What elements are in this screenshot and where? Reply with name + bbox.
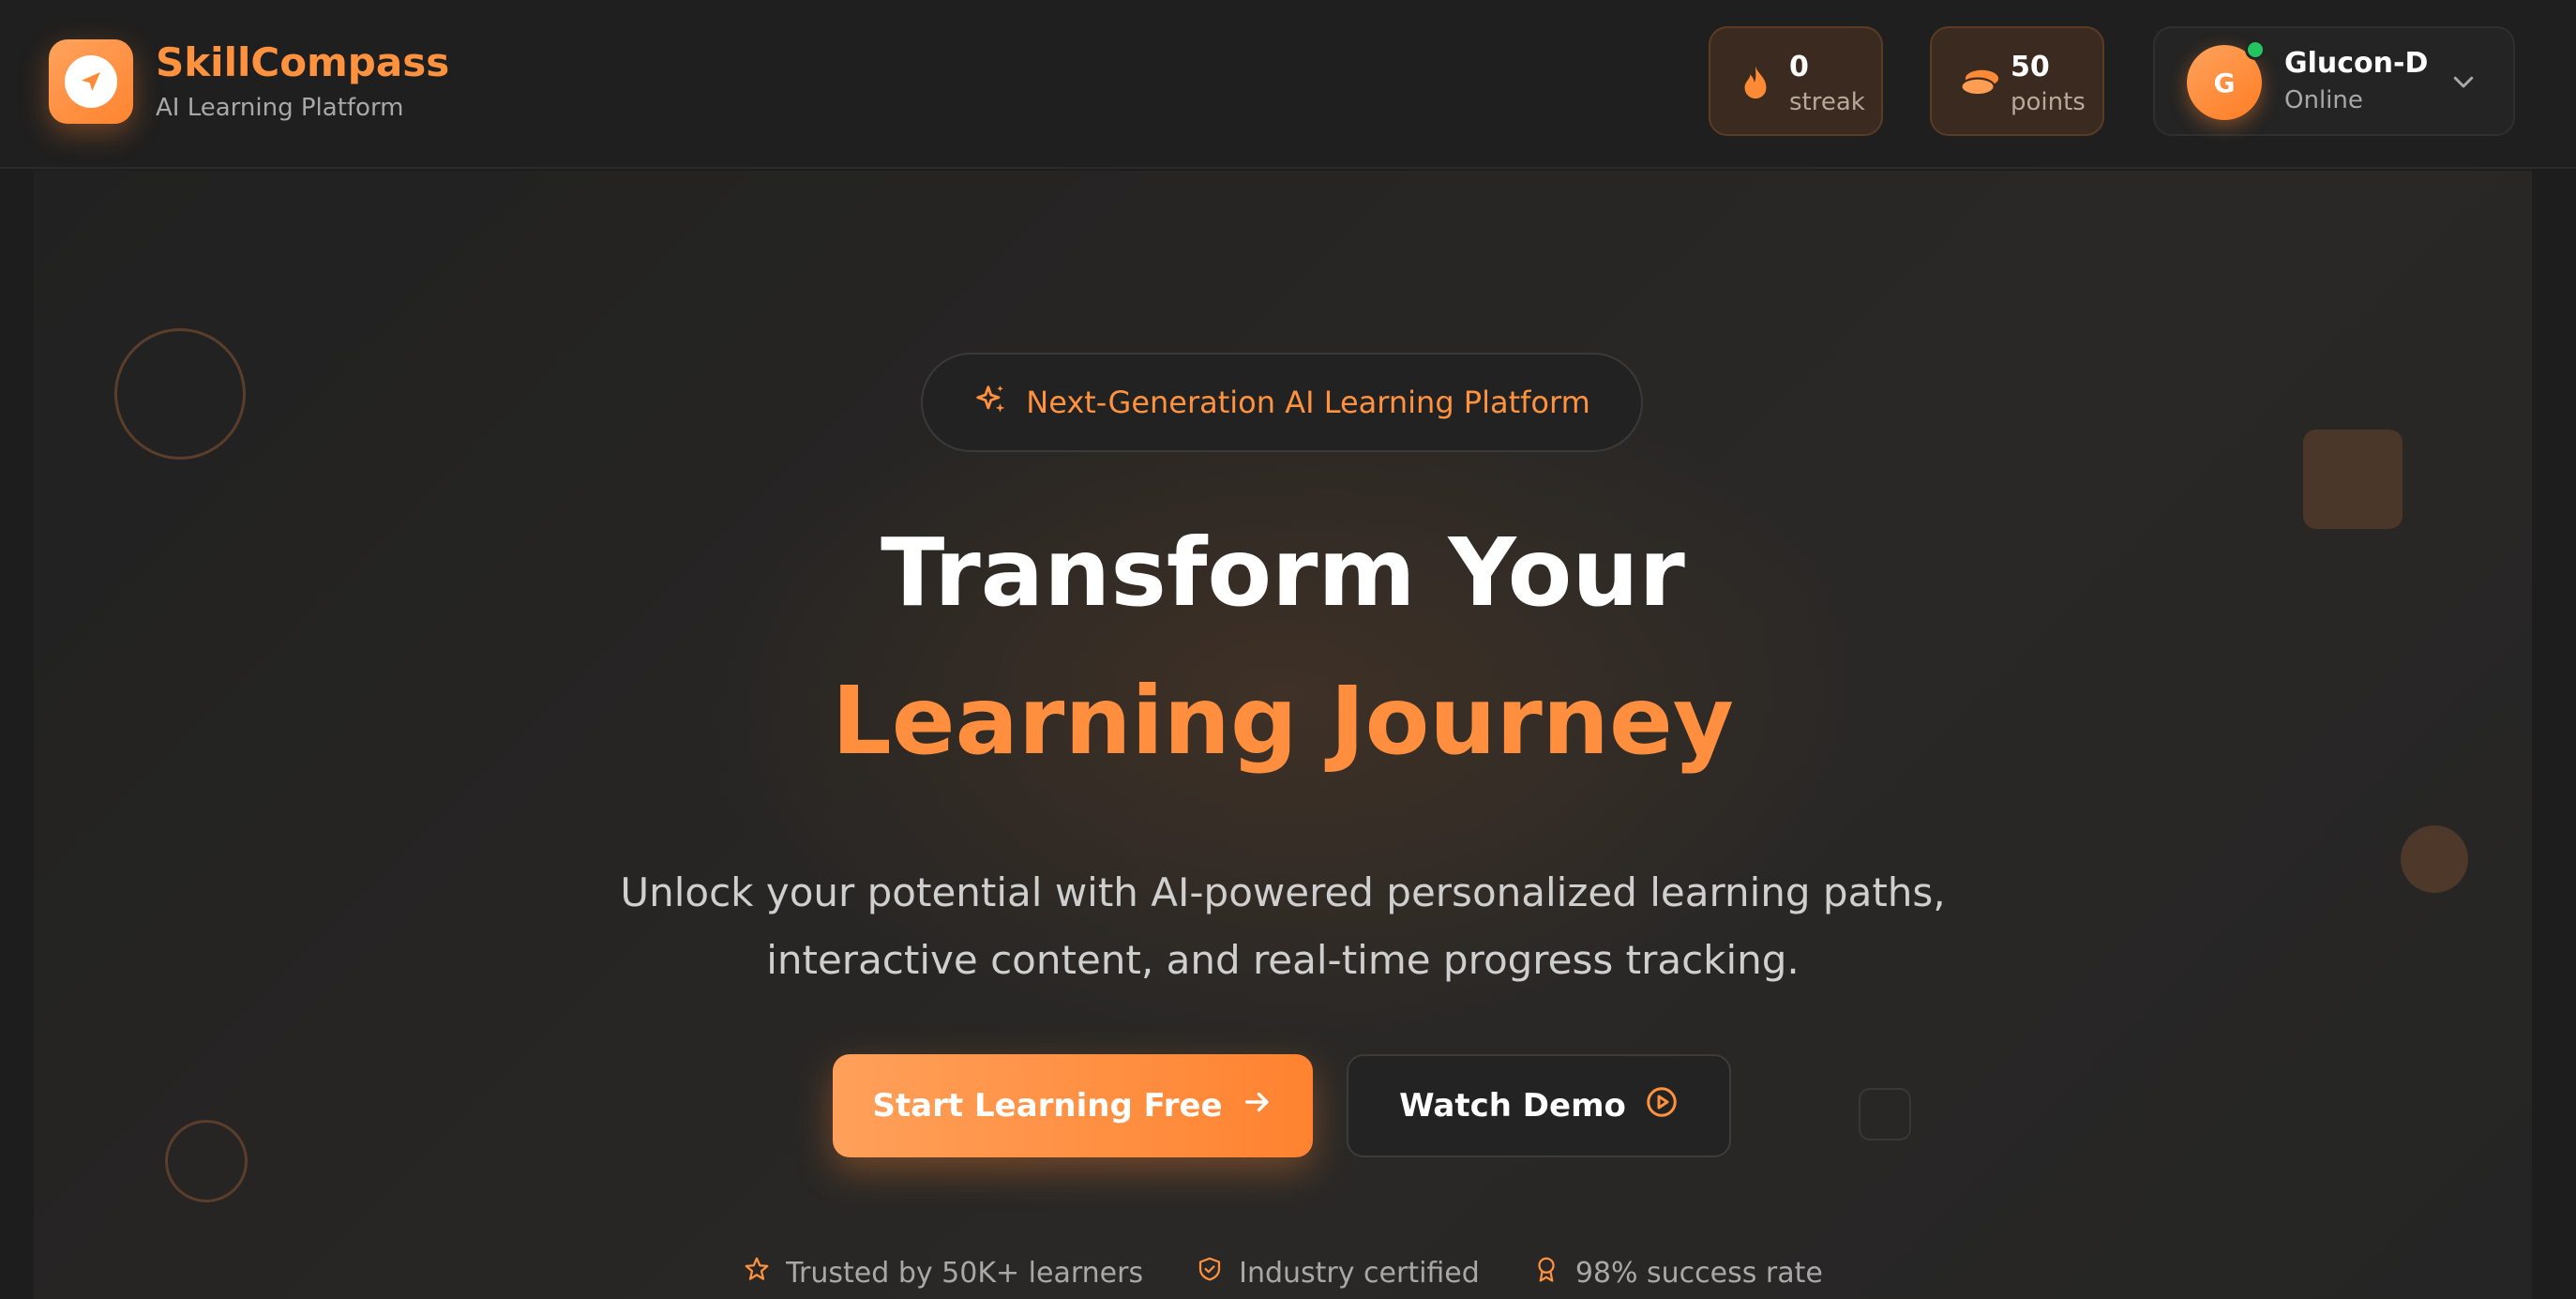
shield-check-icon [1196, 1255, 1224, 1291]
points-label: points [2011, 88, 2086, 116]
flame-icon [1739, 64, 1772, 105]
hero-headline-line1: Transform Your [881, 518, 1685, 627]
decorative-dot [2401, 825, 2468, 893]
award-icon [1532, 1255, 1560, 1291]
coins-icon [1960, 64, 2001, 105]
watch-demo-button[interactable]: Watch Demo [1347, 1054, 1731, 1157]
sparkles-icon [973, 383, 1009, 422]
top-navbar: SkillCompass AI Learning Platform 0 stre… [0, 0, 2576, 169]
streak-value: 0 [1789, 51, 1809, 83]
hero-tag-pill: Next-Generation AI Learning Platform [921, 353, 1643, 452]
user-menu[interactable]: G Glucon-D Online [2153, 26, 2515, 136]
logo-badge[interactable] [49, 39, 133, 124]
trust-indicators: Trusted by 50K+ learners Industry certif… [34, 1255, 2532, 1291]
hero-section: Next-Generation AI Learning Platform Tra… [34, 171, 2532, 1299]
decorative-square [1859, 1088, 1911, 1140]
online-indicator [2245, 39, 2266, 60]
decorative-square [2303, 430, 2403, 529]
star-icon [743, 1255, 771, 1291]
trust-item: 98% success rate [1532, 1255, 1823, 1291]
trust-text: Trusted by 50K+ learners [786, 1256, 1144, 1290]
streak-label: streak [1789, 88, 1865, 116]
trust-item: Trusted by 50K+ learners [743, 1255, 1143, 1291]
decorative-ring [165, 1120, 248, 1202]
points-counter[interactable]: 50 points [1930, 26, 2104, 136]
trust-text: Industry certified [1239, 1256, 1480, 1290]
brand-name[interactable]: SkillCompass [156, 39, 449, 85]
trust-item: Industry certified [1196, 1255, 1480, 1291]
arrow-right-icon [1242, 1086, 1273, 1126]
hero-tag-text: Next-Generation AI Learning Platform [1026, 385, 1590, 420]
brand-subtitle: AI Learning Platform [156, 94, 404, 122]
hero-description: Unlock your potential with AI-powered pe… [620, 869, 1946, 983]
user-status: Online [2284, 86, 2363, 114]
send-icon [65, 55, 117, 108]
play-circle-icon [1645, 1085, 1679, 1127]
streak-counter[interactable]: 0 streak [1709, 26, 1883, 136]
start-learning-label: Start Learning Free [872, 1087, 1223, 1125]
points-value: 50 [2011, 51, 2050, 83]
start-learning-button[interactable]: Start Learning Free [833, 1054, 1313, 1157]
user-name: Glucon-D [2284, 47, 2429, 80]
watch-demo-label: Watch Demo [1399, 1087, 1626, 1125]
chevron-down-icon[interactable] [2449, 68, 2478, 99]
decorative-ring [114, 328, 246, 460]
trust-text: 98% success rate [1574, 1256, 1823, 1290]
hero-headline-line2: Learning Journey [831, 666, 1734, 776]
